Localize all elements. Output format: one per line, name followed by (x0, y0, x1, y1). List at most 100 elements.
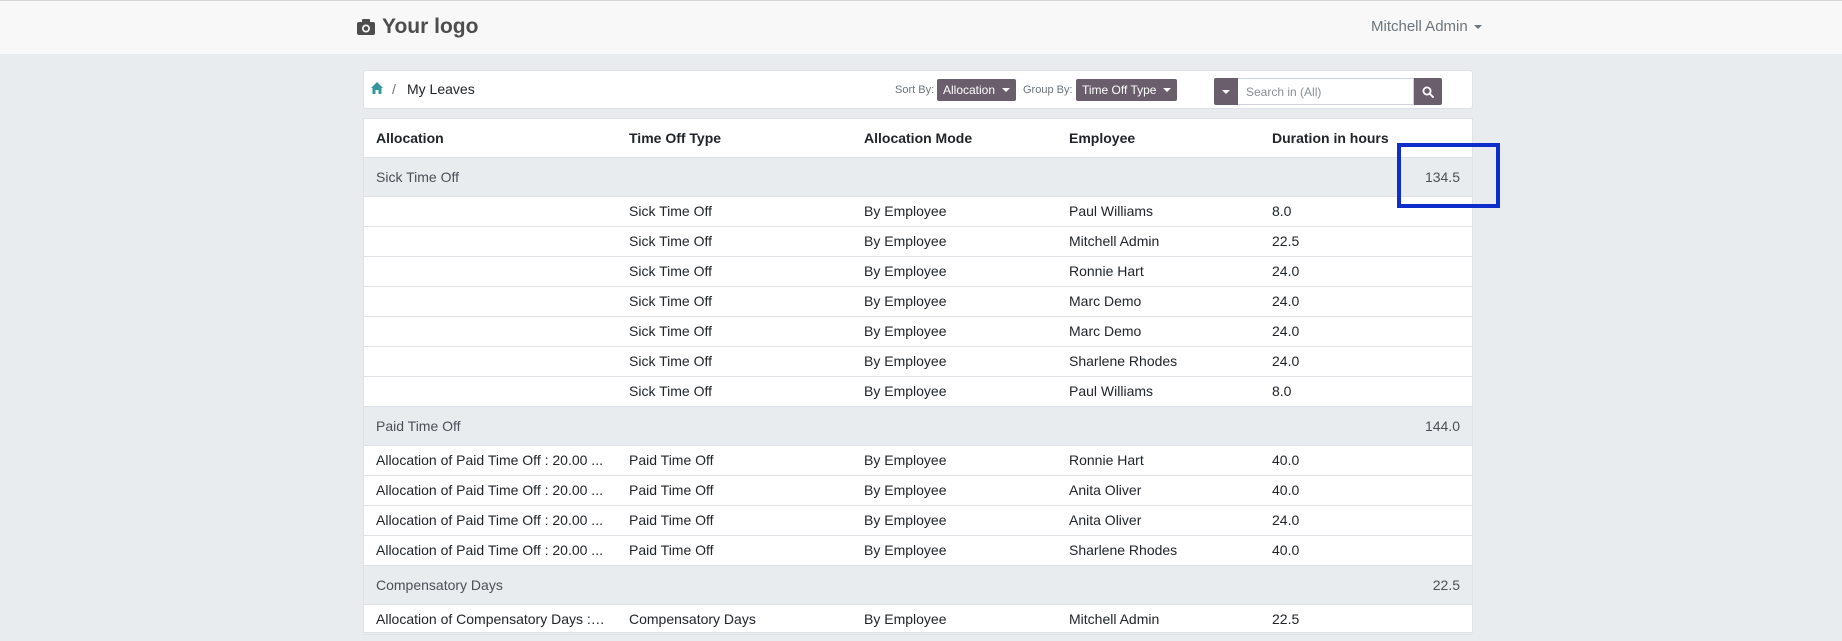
sort-by-value: Allocation (943, 83, 996, 97)
table-row[interactable]: Allocation of Paid Time Off : 20.00 ... P… (364, 505, 1472, 536)
cell-duration: 22.5 (1260, 226, 1472, 257)
cell-duration: 40.0 (1260, 475, 1472, 506)
table-row[interactable]: Allocation of Compensatory Days : ... Com… (364, 604, 1472, 635)
search-filter-dropdown[interactable] (1214, 78, 1238, 105)
cell-mode: By Employee (852, 226, 1057, 257)
table-row[interactable]: Allocation of Paid Time Off : 20.00 ... P… (364, 535, 1472, 566)
cell-allocation (364, 376, 617, 407)
cell-employee: Mitchell Admin (1057, 226, 1260, 257)
logo-text: Your logo (382, 15, 479, 38)
cell-duration: 24.0 (1260, 286, 1472, 317)
table-row[interactable]: Sick Time Off By Employee Ronnie Hart 24.0 (364, 256, 1472, 287)
cell-allocation (364, 286, 617, 317)
search-icon (1422, 86, 1434, 98)
caret-down-icon (1002, 88, 1011, 92)
column-header-time-off-type[interactable]: Time Off Type (617, 119, 852, 158)
group-total: 22.5 (1260, 565, 1472, 605)
cell-type: Sick Time Off (617, 196, 852, 227)
user-menu[interactable]: Mitchell Admin (1371, 18, 1482, 35)
cell-allocation (364, 196, 617, 227)
cell-type: Sick Time Off (617, 256, 852, 287)
table-row[interactable]: Sick Time Off By Employee Marc Demo 24.0 (364, 316, 1472, 347)
table-row[interactable]: Sick Time Off By Employee Sharlene Rhodes 2… (364, 346, 1472, 377)
cell-mode: By Employee (852, 286, 1057, 317)
cell-type: Paid Time Off (617, 475, 852, 506)
caret-down-icon (1163, 88, 1172, 92)
group-name: Compensatory Days (364, 565, 1260, 605)
cell-type: Paid Time Off (617, 505, 852, 536)
cell-allocation: Allocation of Paid Time Off : 20.00 ... (364, 445, 617, 476)
control-panel: / My Leaves Sort By: Allocation Group By… (363, 70, 1473, 109)
table-row[interactable]: Sick Time Off By Employee Paul Williams 8.0 (364, 376, 1472, 407)
cell-employee: Mitchell Admin (1057, 604, 1260, 635)
group-by-label: Group By: (1023, 84, 1073, 96)
breadcrumb-separator: / (392, 81, 396, 97)
leaves-table-container: Allocation Time Off Type Allocation Mode… (363, 118, 1473, 635)
cell-type: Paid Time Off (617, 535, 852, 566)
column-header-duration[interactable]: Duration in hours (1260, 119, 1472, 158)
search-button[interactable] (1414, 78, 1442, 105)
cell-employee: Ronnie Hart (1057, 256, 1260, 287)
cell-allocation: Allocation of Paid Time Off : 20.00 ... (364, 475, 617, 506)
top-navbar: Your logo Mitchell Admin (0, 0, 1842, 54)
user-name: Mitchell Admin (1371, 18, 1468, 35)
cell-type: Sick Time Off (617, 316, 852, 347)
cell-mode: By Employee (852, 535, 1057, 566)
sort-by-label: Sort By: (895, 84, 935, 96)
search-input[interactable] (1238, 78, 1414, 105)
cell-mode: By Employee (852, 196, 1057, 227)
cell-allocation (364, 256, 617, 287)
table-header-row: Allocation Time Off Type Allocation Mode… (364, 119, 1472, 158)
cell-duration: 24.0 (1260, 505, 1472, 536)
cell-mode: By Employee (852, 346, 1057, 377)
cell-employee: Anita Oliver (1057, 505, 1260, 536)
cell-employee: Marc Demo (1057, 286, 1260, 317)
group-total: 144.0 (1260, 406, 1472, 446)
table-row[interactable]: Allocation of Paid Time Off : 20.00 ... P… (364, 445, 1472, 476)
cell-duration: 40.0 (1260, 535, 1472, 566)
cell-mode: By Employee (852, 475, 1057, 506)
group-name: Sick Time Off (364, 157, 1260, 197)
column-header-employee[interactable]: Employee (1057, 119, 1260, 158)
group-row-paid-time-off[interactable]: Paid Time Off 144.0 (364, 406, 1472, 446)
group-by-dropdown[interactable]: Time Off Type (1076, 79, 1178, 101)
cell-duration: 24.0 (1260, 346, 1472, 377)
cell-employee: Paul Williams (1057, 196, 1260, 227)
group-row-compensatory-days[interactable]: Compensatory Days 22.5 (364, 565, 1472, 605)
group-name: Paid Time Off (364, 406, 1260, 446)
cell-type: Compensatory Days (617, 604, 852, 635)
cell-employee: Sharlene Rhodes (1057, 535, 1260, 566)
cell-employee: Ronnie Hart (1057, 445, 1260, 476)
cell-duration: 22.5 (1260, 604, 1472, 635)
leaves-table: Allocation Time Off Type Allocation Mode… (364, 119, 1472, 635)
cell-mode: By Employee (852, 505, 1057, 536)
logo[interactable]: Your logo (356, 15, 478, 39)
home-icon[interactable] (370, 81, 384, 95)
cell-allocation: Allocation of Compensatory Days : ... (364, 604, 617, 635)
cell-employee: Marc Demo (1057, 316, 1260, 347)
cell-employee: Anita Oliver (1057, 475, 1260, 506)
table-row[interactable]: Allocation of Paid Time Off : 20.00 ... P… (364, 475, 1472, 506)
cell-mode: By Employee (852, 376, 1057, 407)
cell-allocation (364, 226, 617, 257)
cell-mode: By Employee (852, 256, 1057, 287)
cell-mode: By Employee (852, 445, 1057, 476)
column-header-allocation[interactable]: Allocation (364, 119, 617, 158)
cell-type: Sick Time Off (617, 286, 852, 317)
cell-duration: 24.0 (1260, 316, 1472, 347)
cell-type: Sick Time Off (617, 226, 852, 257)
group-total: 134.5 (1260, 157, 1472, 197)
cell-duration: 24.0 (1260, 256, 1472, 287)
cell-allocation: Allocation of Paid Time Off : 20.00 ... (364, 505, 617, 536)
cell-allocation (364, 346, 617, 377)
group-by-value: Time Off Type (1082, 83, 1157, 97)
column-header-allocation-mode[interactable]: Allocation Mode (852, 119, 1057, 158)
cell-allocation (364, 316, 617, 347)
table-row[interactable]: Sick Time Off By Employee Mitchell Admin 22… (364, 226, 1472, 257)
group-row-sick-time-off[interactable]: Sick Time Off 134.5 (364, 157, 1472, 197)
cell-mode: By Employee (852, 604, 1057, 635)
table-row[interactable]: Sick Time Off By Employee Marc Demo 24.0 (364, 286, 1472, 317)
table-row[interactable]: Sick Time Off By Employee Paul Williams 8.0 (364, 196, 1472, 227)
sort-by-dropdown[interactable]: Allocation (937, 79, 1017, 101)
camera-icon (357, 19, 375, 35)
